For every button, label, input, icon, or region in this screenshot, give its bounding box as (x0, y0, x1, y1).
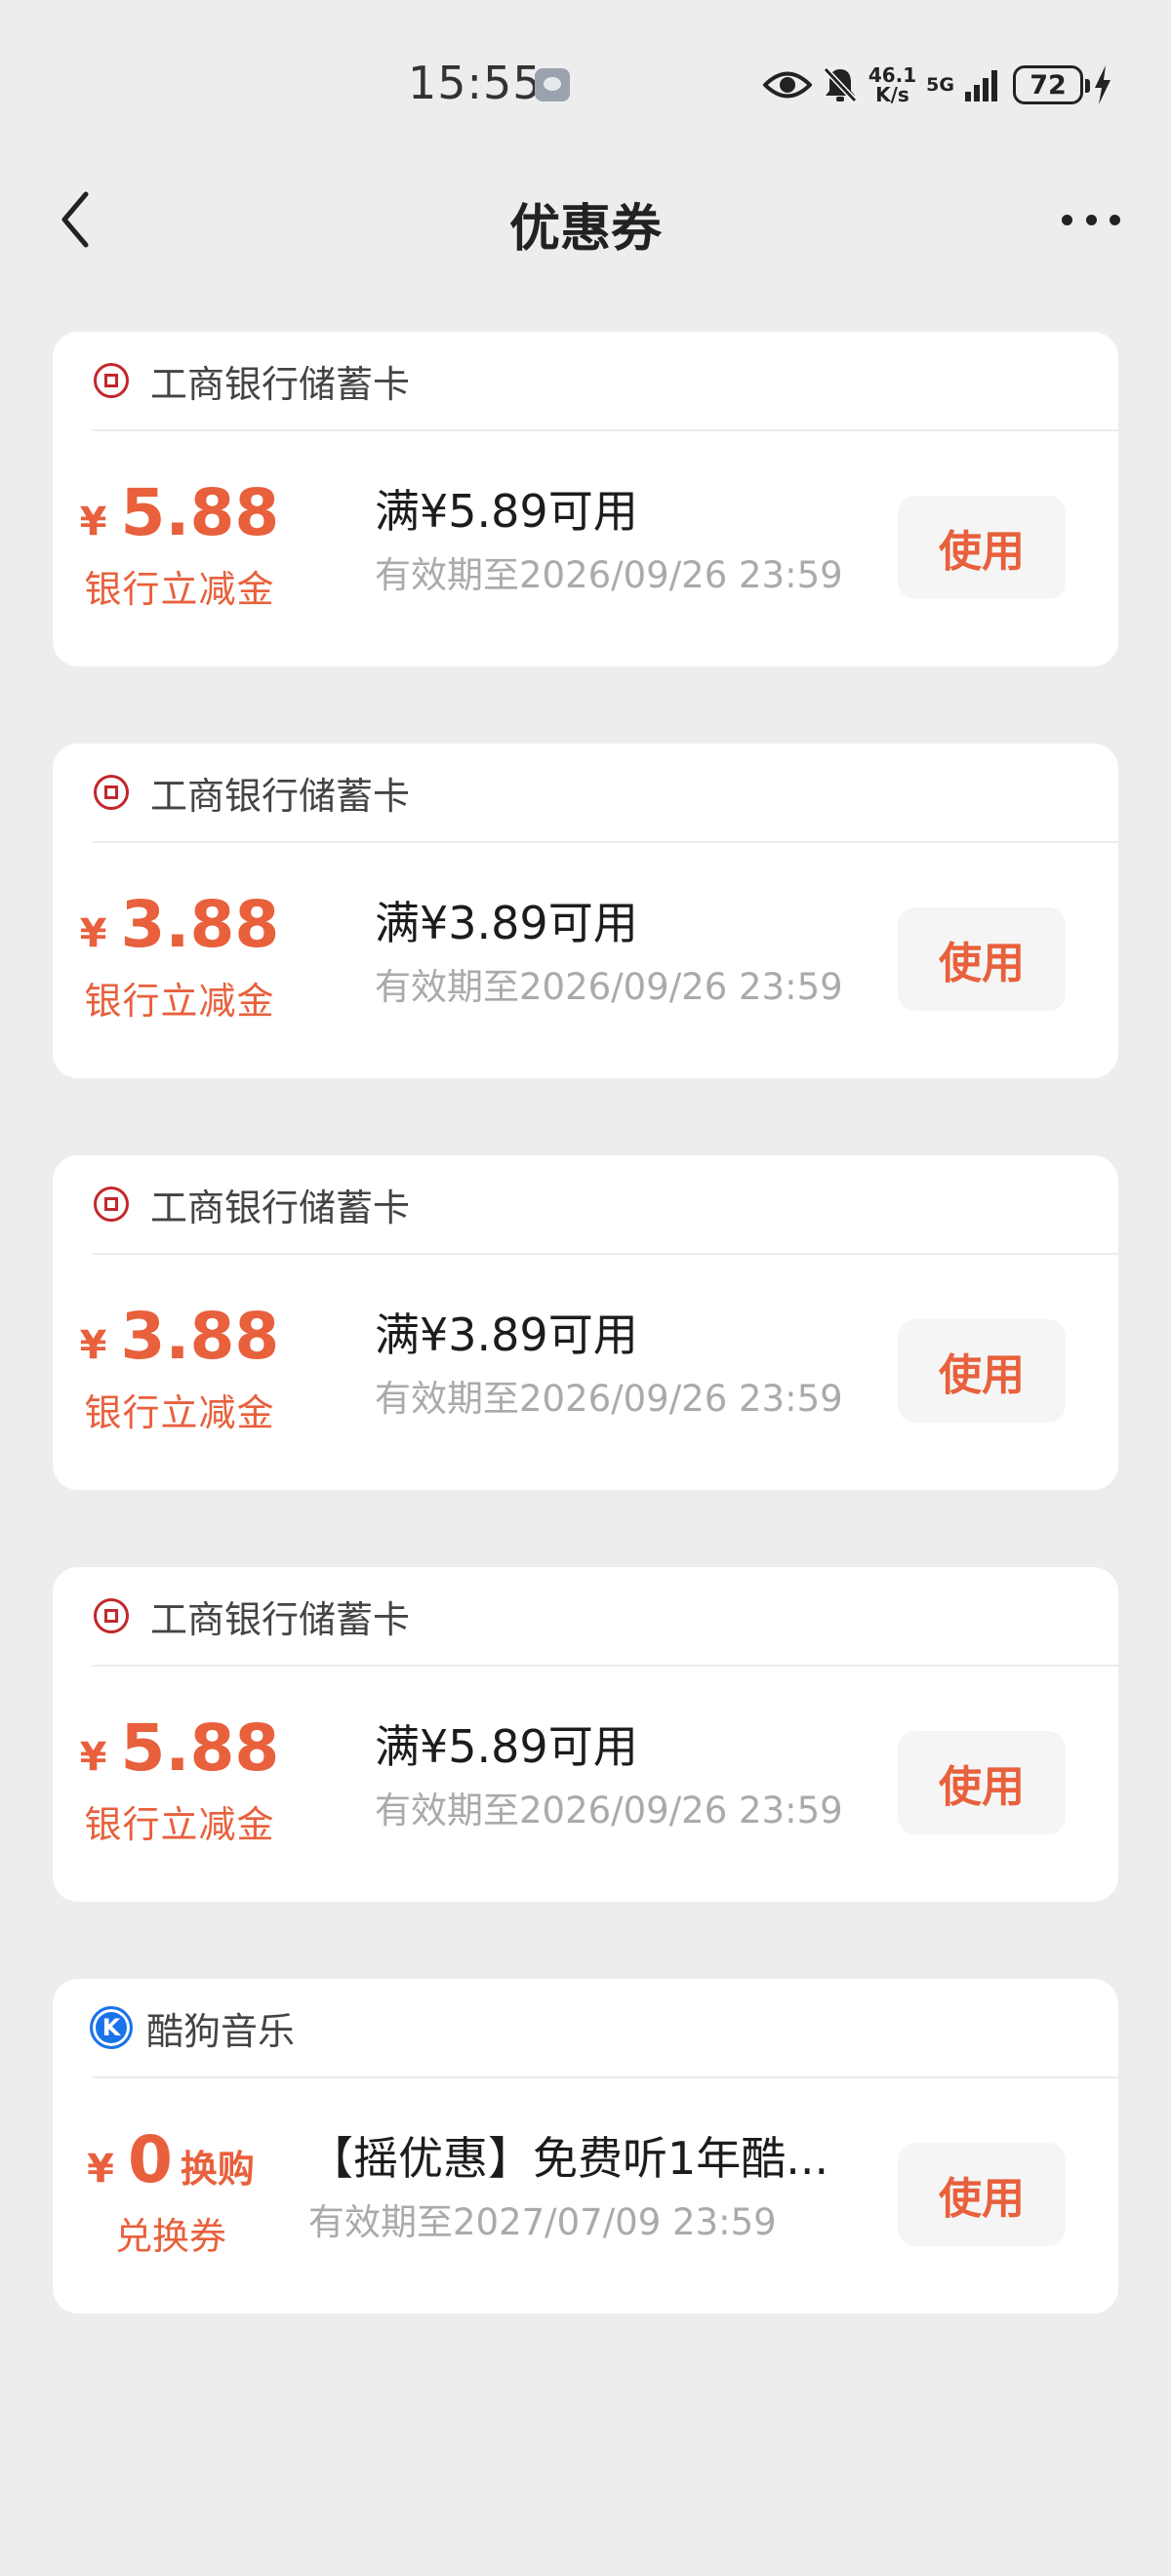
icbc-logo-icon (94, 775, 129, 810)
merchant-name: 酷狗音乐 (146, 2009, 296, 2053)
coupon-condition: 满¥5.89可用 (375, 485, 638, 538)
network-speed-unit: K/s (875, 83, 909, 106)
coupon-type: 银行立减金 (84, 1391, 275, 1434)
more-button[interactable] (1062, 205, 1120, 234)
coupon-card-header: K 酷狗音乐 (90, 1979, 1118, 2078)
coupon-validity: 有效期至2026/09/26 23:59 (375, 1790, 843, 1831)
use-button[interactable]: 使用 (898, 1731, 1066, 1834)
amount-value: 3.88 (120, 1299, 280, 1374)
use-button[interactable]: 使用 (898, 1319, 1066, 1423)
coupon-type: 兑换券 (114, 2215, 226, 2258)
coupon-condition: 满¥3.89可用 (375, 897, 638, 949)
coupon-card: 工商银行储蓄卡 ¥ 5.88 银行立减金 满¥5.89可用 有效期至2026/0… (53, 1567, 1118, 1902)
charging-bolt-icon (1093, 65, 1112, 104)
coupon-type: 银行立减金 (84, 568, 275, 611)
amount-value: 3.88 (120, 887, 280, 962)
use-button[interactable]: 使用 (898, 2143, 1066, 2246)
coupon-validity: 有效期至2026/09/26 23:59 (375, 554, 843, 596)
currency-symbol: ¥ (79, 1735, 107, 1780)
eye-icon (762, 68, 812, 101)
coupon-info: 【摇优惠】免费听1年酷... 有效期至2027/07/09 23:59 (308, 2129, 828, 2246)
icbc-logo-icon (94, 1187, 129, 1222)
amount-suffix: 换购 (180, 2148, 255, 2191)
coupon-card-header: 工商银行储蓄卡 (92, 744, 1118, 843)
coupon-card: 工商银行储蓄卡 ¥ 3.88 银行立减金 满¥3.89可用 有效期至2026/0… (53, 1155, 1118, 1490)
icbc-logo-icon (94, 363, 129, 398)
coupon-amount: ¥ 3.88 银行立减金 (79, 887, 280, 1025)
coupon-info: 满¥3.89可用 有效期至2026/09/26 23:59 (375, 1306, 843, 1423)
network-type: 5G (926, 74, 954, 96)
network-speed: 46.1 K/s (868, 65, 916, 104)
page-title: 优惠券 (508, 200, 662, 259)
merchant-name: 工商银行储蓄卡 (150, 1597, 411, 1641)
coupon-info: 满¥3.89可用 有效期至2026/09/26 23:59 (375, 894, 843, 1011)
nav-bar: 优惠券 (0, 166, 1171, 273)
kugou-logo-icon: K (90, 2006, 133, 2049)
currency-symbol: ¥ (79, 500, 107, 544)
coupon-validity: 有效期至2027/07/09 23:59 (308, 2201, 777, 2243)
coupon-amount: ¥ 5.88 银行立减金 (79, 475, 280, 613)
currency-symbol: ¥ (79, 911, 107, 956)
amount-value: 0 (127, 2122, 173, 2197)
network-speed-value: 46.1 (868, 63, 917, 87)
status-time: 15:55 (408, 57, 543, 109)
coupon-card: 工商银行储蓄卡 ¥ 3.88 银行立减金 满¥3.89可用 有效期至2026/0… (53, 744, 1118, 1078)
status-bar: 15:55 46.1 K/s 5G 72 (0, 0, 1171, 146)
coupon-card: 工商银行储蓄卡 ¥ 5.88 银行立减金 满¥5.89可用 有效期至2026/0… (53, 332, 1118, 666)
icbc-logo-icon (94, 1598, 129, 1633)
battery-level: 72 (1030, 69, 1067, 101)
coupon-card-header: 工商银行储蓄卡 (92, 1155, 1118, 1255)
coupon-condition: 满¥3.89可用 (375, 1308, 638, 1361)
use-button[interactable]: 使用 (898, 907, 1066, 1011)
coupon-amount: ¥ 5.88 银行立减金 (79, 1711, 280, 1848)
coupon-condition: 【摇优惠】免费听1年酷... (308, 2132, 829, 2185)
signal-strength-icon (964, 66, 1003, 103)
currency-symbol: ¥ (87, 2147, 114, 2192)
use-button[interactable]: 使用 (898, 496, 1066, 599)
coupon-list: 工商银行储蓄卡 ¥ 5.88 银行立减金 满¥5.89可用 有效期至2026/0… (53, 332, 1118, 2391)
coupon-condition: 满¥5.89可用 (375, 1720, 638, 1773)
coupon-info: 满¥5.89可用 有效期至2026/09/26 23:59 (375, 482, 843, 599)
kugou-logo-letter: K (101, 2014, 121, 2041)
coupon-validity: 有效期至2026/09/26 23:59 (375, 966, 843, 1008)
more-dots-icon (1062, 214, 1072, 225)
coupon-validity: 有效期至2026/09/26 23:59 (375, 1378, 843, 1420)
coupon-type: 银行立减金 (84, 1803, 275, 1846)
merchant-name: 工商银行储蓄卡 (150, 362, 411, 406)
message-notification-icon (535, 68, 570, 101)
amount-value: 5.88 (120, 475, 280, 550)
coupon-amount: ¥ 0 换购 兑换券 (78, 2125, 263, 2260)
coupon-info: 满¥5.89可用 有效期至2026/09/26 23:59 (375, 1717, 843, 1834)
coupon-card: K 酷狗音乐 ¥ 0 换购 兑换券 【摇优惠】免费听1年酷... 有效期至202… (53, 1979, 1118, 2314)
coupon-card-header: 工商银行储蓄卡 (92, 1567, 1118, 1667)
merchant-name: 工商银行储蓄卡 (150, 1186, 411, 1229)
bell-muted-icon (822, 65, 859, 104)
coupon-type: 银行立减金 (84, 980, 275, 1023)
amount-value: 5.88 (120, 1711, 280, 1786)
status-icons: 46.1 K/s 5G 72 (762, 60, 1112, 109)
merchant-name: 工商银行储蓄卡 (150, 774, 411, 818)
coupon-amount: ¥ 3.88 银行立减金 (79, 1299, 280, 1436)
coupon-card-header: 工商银行储蓄卡 (92, 332, 1118, 431)
battery-indicator: 72 (1013, 65, 1090, 104)
currency-symbol: ¥ (79, 1323, 107, 1368)
